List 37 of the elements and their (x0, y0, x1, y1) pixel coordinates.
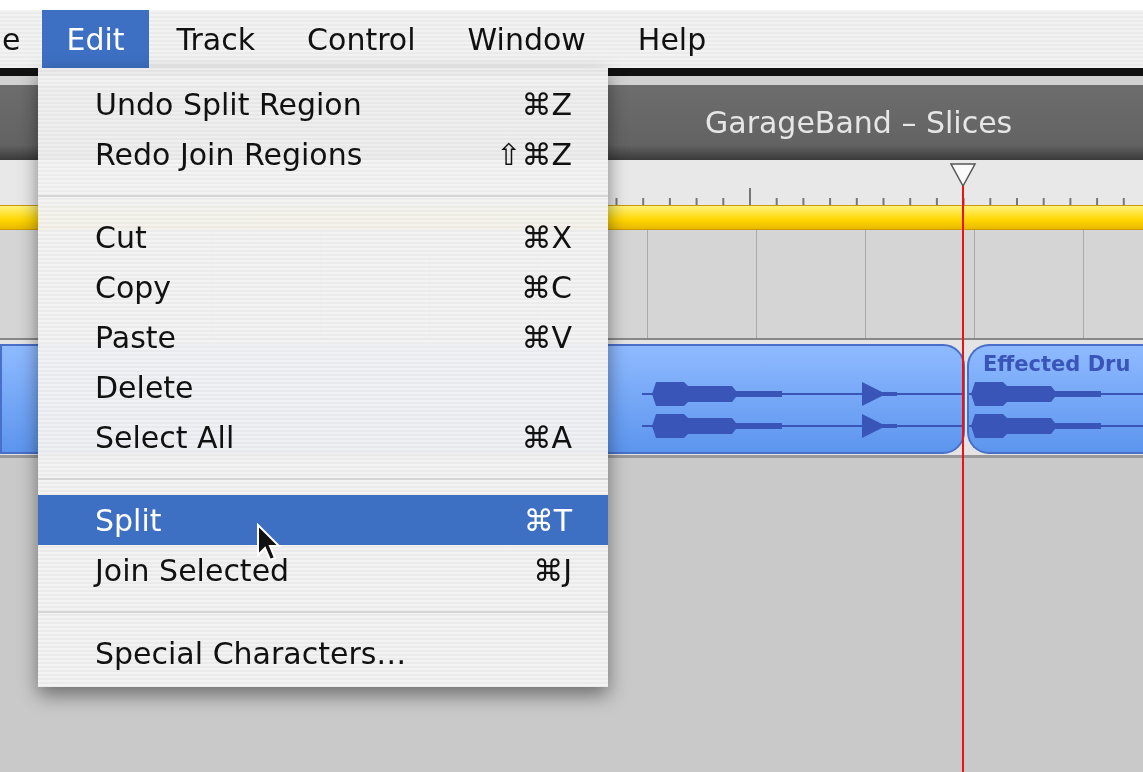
menu-bar-item[interactable]: Window (443, 10, 610, 68)
menu-item-label: Join Selected (95, 552, 290, 588)
menu-item[interactable]: Undo Split Region ⌘Z (38, 79, 608, 129)
menu-item-label: Paste (95, 319, 176, 355)
menu-item[interactable]: Paste ⌘V (38, 312, 608, 362)
menu-item-label: Cut (95, 219, 147, 255)
menu-item-label: Select All (95, 419, 235, 455)
shortcut-label: ⌘T (523, 502, 572, 538)
menu-item-label: Split (95, 502, 162, 538)
window-title: GarageBand – Slices (705, 105, 1013, 140)
menu-item-label: Copy (95, 269, 172, 305)
shortcut-label: ⌘V (521, 319, 572, 355)
menu-item[interactable]: Special Characters… (38, 628, 608, 678)
menu-item-label: Special Characters… (95, 635, 407, 671)
shortcut-label: ⇧⌘Z (496, 136, 572, 172)
shortcut-label: ⌘Z (521, 86, 572, 122)
menu-item-label: Delete (95, 369, 194, 405)
menu-item[interactable]: Redo Join Regions ⇧⌘Z (38, 129, 608, 179)
menu-bar-item[interactable]: Control (283, 10, 440, 68)
shortcut-label: ⌘X (521, 219, 572, 255)
menu-bar-item[interactable]: Track (152, 10, 280, 68)
menu-item[interactable]: Select All ⌘A (38, 412, 608, 462)
region-name: Effected Dru (983, 352, 1131, 376)
menu-bar-item[interactable]: Help (613, 10, 731, 68)
menu-item[interactable]: Join Selected ⌘J (38, 545, 608, 595)
shortcut-label: ⌘A (521, 419, 572, 455)
menu-item-label: Undo Split Region (95, 86, 362, 122)
menu-item-label: Redo Join Regions (95, 136, 363, 172)
menu-item[interactable]: Split ⌘T (38, 495, 608, 545)
shortcut-label: ⌘C (521, 269, 572, 305)
menu-item[interactable]: Copy ⌘C (38, 262, 608, 312)
menu-item[interactable]: Delete (38, 362, 608, 412)
playhead[interactable] (948, 162, 978, 772)
menu-item[interactable]: Cut ⌘X (38, 212, 608, 262)
shortcut-label: ⌘J (533, 552, 572, 588)
menu-bar-item[interactable]: Edit (42, 10, 149, 68)
menu-bar-item[interactable]: e (0, 10, 39, 68)
